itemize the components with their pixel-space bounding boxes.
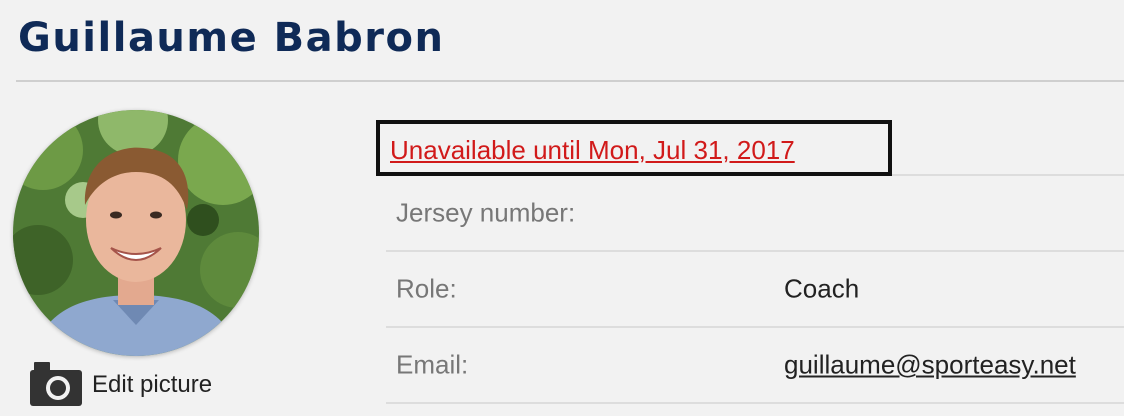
email-label: Email:: [396, 349, 469, 380]
profile-info: Unavailable until Mon, Jul 31, 2017 Jers…: [376, 100, 1124, 404]
title-divider: [16, 80, 1124, 82]
avatar-photo: [13, 110, 259, 356]
jersey-number-label: Jersey number:: [396, 197, 576, 228]
availability-highlight: Unavailable until Mon, Jul 31, 2017: [376, 120, 892, 176]
avatar: [13, 110, 259, 356]
email-row: Email: guillaume@sporteasy.net: [386, 328, 1124, 404]
availability-row: Unavailable until Mon, Jul 31, 2017: [376, 100, 1124, 176]
camera-icon: [30, 360, 82, 411]
jersey-number-row: Jersey number:: [386, 176, 1124, 252]
role-row: Role: Coach: [386, 252, 1124, 328]
role-label: Role:: [396, 273, 457, 304]
role-value: Coach: [784, 273, 860, 304]
edit-picture-button[interactable]: Edit picture: [30, 360, 212, 410]
page-title: Guillaume Babron: [18, 15, 445, 61]
edit-picture-label: Edit picture: [92, 371, 213, 398]
availability-status-link[interactable]: Unavailable until Mon, Jul 31, 2017: [390, 135, 795, 166]
email-link[interactable]: guillaume@sporteasy.net: [784, 350, 1076, 381]
